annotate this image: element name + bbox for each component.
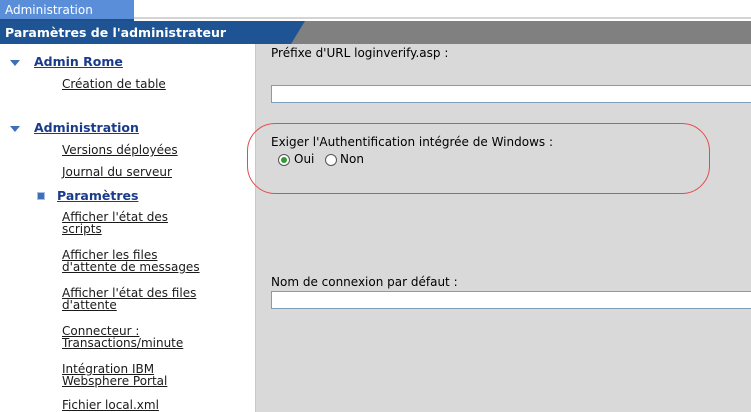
sidebar-item-creation-table[interactable]: Création de table (62, 78, 166, 90)
tab-administration[interactable]: Administration (0, 0, 134, 21)
sidebar-item-fichier-local-xml[interactable]: Fichier local.xml (62, 399, 159, 411)
page-title: Paramètres de l'administrateur (0, 21, 305, 44)
url-prefix-input[interactable] (271, 85, 751, 103)
sidebar-item-versions-deployees[interactable]: Versions déployées (62, 144, 178, 156)
sidebar-item-label: d'attente de messages (62, 260, 200, 274)
sidebar-item-parametres[interactable]: Paramètres (57, 188, 138, 203)
sidebar-item-label: Transactions/minute (62, 336, 184, 350)
sidebar-item-label: scripts (62, 222, 102, 236)
default-login-input[interactable] (271, 291, 751, 309)
sidebar-item-label: Websphere Portal (62, 374, 168, 388)
url-prefix-label: Préfixe d'URL loginverify.asp : (271, 46, 449, 60)
active-bullet-icon (37, 192, 45, 200)
chevron-down-icon[interactable] (10, 60, 20, 66)
sidebar-item-etat-files-attente[interactable]: Afficher l'état des files d'attente (62, 287, 196, 311)
top-bar-divider (134, 17, 751, 19)
sidebar-item-connecteur[interactable]: Connecteur : Transactions/minute (62, 325, 183, 349)
sidebar-group-admin-rome[interactable]: Admin Rome (34, 54, 123, 69)
sidebar-item-journal-serveur[interactable]: Journal du serveur (62, 166, 172, 178)
sidebar-item-label: d'attente (62, 298, 117, 312)
highlight-ellipse (247, 123, 710, 194)
chevron-down-icon[interactable] (10, 126, 20, 132)
sidebar: Admin Rome Création de table Administrat… (0, 44, 255, 412)
sidebar-item-files-attente-messages[interactable]: Afficher les files d'attente de messages (62, 249, 200, 273)
sidebar-item-ibm-websphere[interactable]: Intégration IBM Websphere Portal (62, 363, 167, 387)
sidebar-item-etat-scripts[interactable]: Afficher l'état des scripts (62, 211, 168, 235)
default-login-label: Nom de connexion par défaut : (271, 275, 458, 289)
sidebar-group-administration[interactable]: Administration (34, 120, 139, 135)
main-panel: Préfixe d'URL loginverify.asp : Exiger l… (255, 44, 751, 412)
header-bar: Paramètres de l'administrateur (0, 21, 751, 44)
